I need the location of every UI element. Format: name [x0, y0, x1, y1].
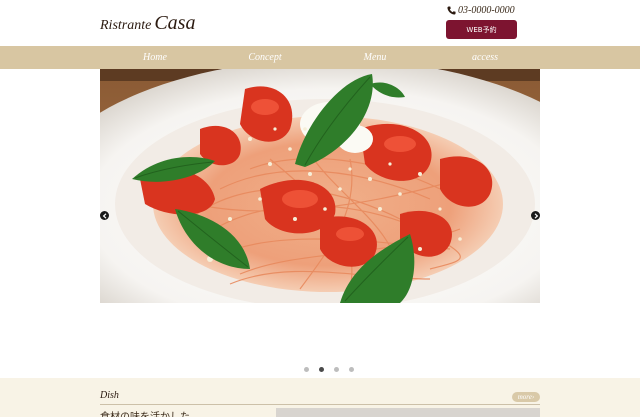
slider-prev-button[interactable] — [100, 211, 109, 220]
slider-pagination — [304, 367, 354, 372]
slider-next-button[interactable] — [531, 211, 540, 220]
nav-item-home[interactable]: Home — [100, 46, 210, 69]
nav-gutter — [0, 46, 100, 69]
slider-dot-3[interactable] — [334, 367, 339, 372]
phone-number-text: 03-0000-0000 — [458, 5, 515, 16]
phone-icon — [447, 6, 456, 15]
phone-number[interactable]: 03-0000-0000 — [447, 5, 515, 16]
section-divider — [100, 404, 540, 405]
dish-intro-text: 食材の味を活かした — [100, 408, 190, 417]
nav-item-menu[interactable]: Menu — [320, 46, 430, 69]
slider-dot-1[interactable] — [304, 367, 309, 372]
logo-text-part2: Casa — [154, 12, 196, 34]
slider-dot-4[interactable] — [349, 367, 354, 372]
pasta-photo — [100, 69, 540, 303]
nav-items: Home Concept Menu access — [100, 46, 540, 69]
main-nav: Home Concept Menu access — [0, 46, 640, 69]
site-header: Ristrante Casa 03-0000-0000 WEB予約 — [0, 0, 640, 46]
more-label: more — [517, 393, 532, 401]
dish-photo — [276, 408, 540, 417]
nav-item-access[interactable]: access — [430, 46, 540, 69]
slider-dot-2[interactable] — [319, 367, 324, 372]
nav-item-concept[interactable]: Concept — [210, 46, 320, 69]
dish-more-button[interactable]: more › — [512, 392, 540, 402]
dish-section: Dish more› 食材の味を活かした — [0, 378, 640, 417]
chevron-left-icon — [102, 212, 106, 219]
site-logo[interactable]: Ristrante Casa — [100, 12, 195, 35]
hero-slide-image — [100, 69, 540, 303]
dish-section-title: Dish — [100, 390, 119, 401]
web-reserve-button[interactable]: WEB予約 — [446, 20, 517, 39]
chevron-right-icon — [534, 212, 538, 219]
logo-text-part1: Ristrante — [100, 18, 152, 33]
